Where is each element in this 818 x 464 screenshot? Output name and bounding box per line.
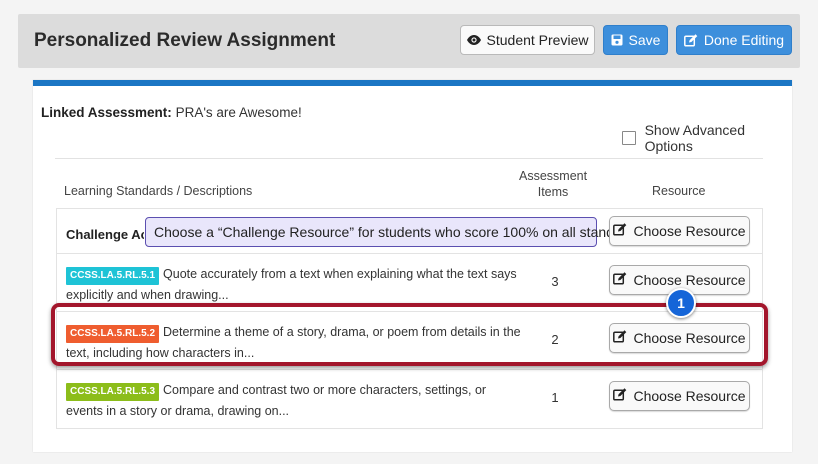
step-marker: 1: [666, 288, 696, 318]
column-header-items-line2: Items: [537, 185, 569, 199]
advanced-options-checkbox[interactable]: [622, 131, 636, 145]
choose-resource-label: Choose Resource: [633, 272, 746, 288]
assessment-items-count: 3: [551, 274, 559, 289]
eye-icon: [466, 35, 481, 45]
highlight-box: [51, 303, 768, 366]
linked-assessment: Linked Assessment: PRA's are Awesome!: [41, 105, 302, 120]
divider: [55, 158, 763, 159]
edit-icon: [683, 33, 698, 47]
choose-resource-label: Choose Resource: [633, 223, 746, 239]
standard-description: CCSS.LA.5.RL.5.1 Quote accurately from a …: [66, 264, 526, 305]
assessment-items-count: 1: [551, 390, 559, 405]
edit-icon: [613, 223, 627, 239]
page-title: Personalized Review Assignment: [34, 30, 336, 51]
done-editing-label: Done Editing: [703, 32, 785, 48]
challenge-row: Challenge Acti Choose a “Challenge Resou…: [57, 209, 762, 254]
save-button[interactable]: Save: [603, 25, 668, 55]
edit-icon: [613, 272, 627, 288]
save-label: Save: [628, 32, 661, 48]
standard-code-badge: CCSS.LA.5.RL.5.1: [66, 267, 160, 285]
choose-resource-button[interactable]: Choose Resource: [609, 381, 750, 411]
page-header: Personalized Review Assignment Student P…: [18, 14, 800, 68]
linked-assessment-label: Linked Assessment:: [41, 105, 172, 120]
column-header-items-line1: Assessment: [519, 169, 588, 183]
standard-description: CCSS.LA.5.RL.5.3 Compare and contrast two…: [66, 380, 526, 421]
student-preview-button[interactable]: Student Preview: [460, 25, 595, 55]
student-preview-label: Student Preview: [486, 32, 589, 48]
challenge-activity-label: Challenge Acti: [66, 227, 144, 242]
assignment-panel: Linked Assessment: PRA's are Awesome! Sh…: [33, 80, 792, 452]
choose-resource-button[interactable]: Choose Resource: [609, 216, 750, 246]
column-header-items: Assessment Items: [519, 168, 587, 200]
column-header-resource: Resource: [652, 184, 706, 198]
column-header-standards: Learning Standards / Descriptions: [64, 184, 253, 198]
standard-code-badge: CCSS.LA.5.RL.5.3: [66, 383, 160, 401]
choose-resource-label: Choose Resource: [633, 388, 746, 404]
table-row: CCSS.LA.5.RL.5.3 Compare and contrast two…: [57, 370, 762, 428]
linked-assessment-value: PRA's are Awesome!: [175, 105, 302, 120]
advanced-options-label: Show Advanced Options: [644, 122, 745, 154]
floppy-icon: [611, 34, 623, 46]
challenge-tooltip: Choose a “Challenge Resource” for studen…: [145, 217, 645, 247]
advanced-options-toggle[interactable]: Show Advanced Options: [622, 122, 792, 154]
done-editing-button[interactable]: Done Editing: [676, 25, 792, 55]
edit-icon: [613, 388, 627, 404]
